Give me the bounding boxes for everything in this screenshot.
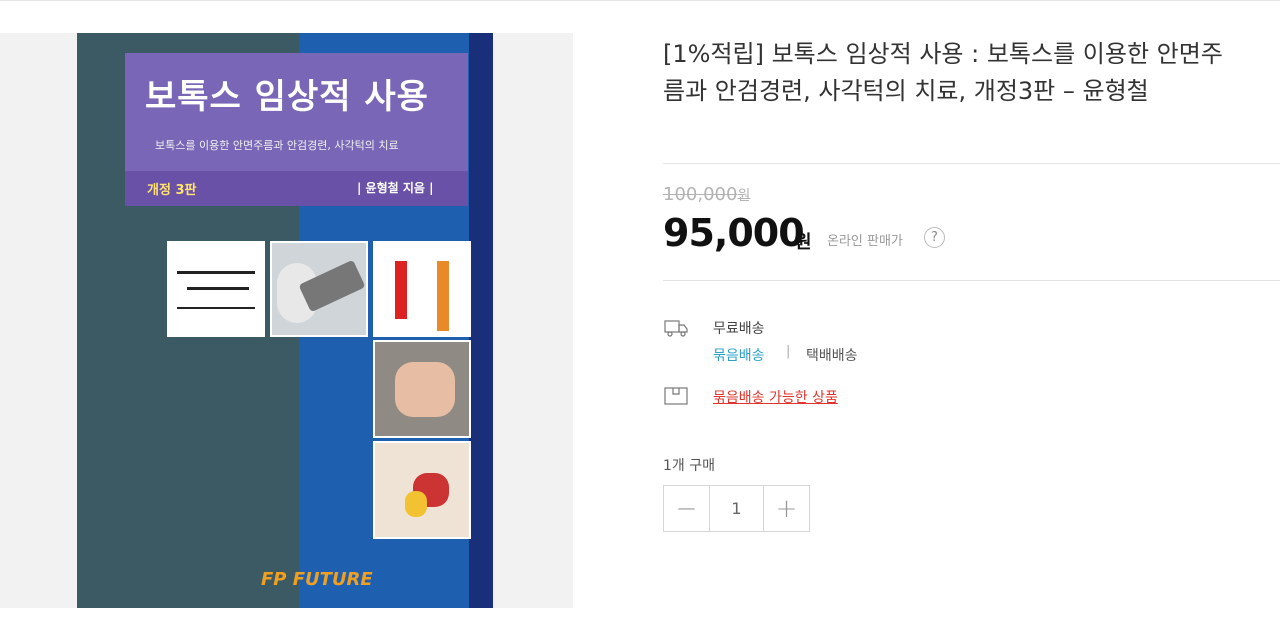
shipping-separator: | — [786, 344, 791, 359]
heavy-chain-shape — [437, 261, 449, 331]
quantity-input[interactable] — [710, 486, 763, 531]
cover-spine-edge — [469, 33, 493, 608]
product-image-panel: 보톡스 임상적 사용 보톡스를 이용한 안면주름과 안검경련, 사각턱의 치료 … — [0, 33, 573, 608]
product-title: [1%적립] 보톡스 임상적 사용 : 보톡스를 이용한 안면주름과 안검경련,… — [663, 40, 1223, 105]
courier-shipping-label: 택배배송 — [806, 348, 858, 364]
cover-photo-anatomy — [373, 441, 471, 539]
original-price: 100,000원 — [663, 184, 750, 205]
cover-title: 보톡스 임상적 사용 — [145, 77, 429, 117]
cover-photo-toxin-chain — [373, 241, 471, 337]
gland-shape — [405, 491, 427, 517]
online-price-label: 온라인 판매가 — [827, 234, 903, 249]
diagram-line — [187, 287, 249, 290]
quantity-stepper: − + — [663, 485, 810, 532]
cover-subtitle: 보톡스를 이용한 안면주름과 안검경련, 사각턱의 치료 — [155, 139, 399, 152]
bundle-shipping-label: 묶음배송 — [713, 348, 765, 364]
cover-author: | 윤형철 지음 | — [357, 181, 434, 195]
truck-icon — [664, 320, 688, 337]
price-help-button[interactable]: ? — [924, 227, 945, 248]
cover-photo-hands — [373, 340, 471, 438]
cover-photo-diagram — [167, 241, 265, 337]
quantity-increase-button[interactable]: + — [763, 486, 809, 531]
original-price-value: 100,000 — [663, 184, 738, 205]
hand-shape — [395, 362, 455, 417]
cover-title-block: 보톡스 임상적 사용 보톡스를 이용한 안면주름과 안검경련, 사각턱의 치료 … — [125, 53, 468, 206]
original-price-unit: 원 — [737, 188, 751, 204]
diagram-line — [177, 271, 255, 274]
light-chain-shape — [395, 261, 407, 319]
diagram-line — [177, 307, 255, 309]
cover-edition: 개정 3판 — [147, 183, 197, 198]
sale-price: 95,000 — [663, 211, 805, 255]
bundle-products-link[interactable]: 묶음배송 가능한 상품 — [713, 387, 838, 407]
free-shipping-label: 무료배송 — [713, 321, 765, 337]
cover-photo-injection — [270, 241, 368, 337]
quantity-label: 1개 구매 — [663, 458, 715, 474]
top-divider — [0, 0, 1280, 1]
divider — [663, 163, 1280, 164]
quantity-decrease-button[interactable]: − — [664, 486, 710, 531]
box-icon — [664, 387, 688, 405]
book-cover-image[interactable]: 보톡스 임상적 사용 보톡스를 이용한 안면주름과 안검경련, 사각턱의 치료 … — [77, 33, 493, 608]
divider — [663, 280, 1280, 281]
publisher-logo: FP FUTURE — [261, 569, 373, 590]
sale-price-unit: 원 — [795, 232, 812, 253]
